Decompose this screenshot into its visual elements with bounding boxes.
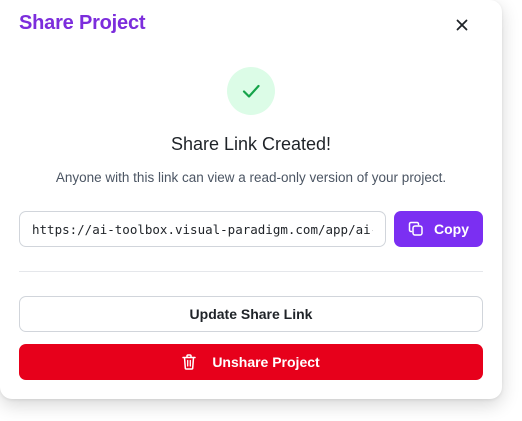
close-button[interactable] — [450, 13, 474, 37]
success-description: Anyone with this link can view a read-on… — [55, 170, 447, 185]
check-icon — [239, 79, 263, 103]
divider — [19, 271, 483, 272]
unshare-project-button[interactable]: Unshare Project — [19, 344, 483, 380]
close-icon — [455, 18, 469, 32]
share-link-input[interactable] — [19, 211, 386, 247]
dialog-title: Share Project — [19, 12, 146, 34]
success-heading: Share Link Created! — [170, 134, 332, 154]
success-badge — [227, 67, 275, 115]
update-share-link-label: Update Share Link — [189, 306, 313, 322]
copy-button-label: Copy — [434, 221, 469, 237]
update-share-link-button[interactable]: Update Share Link — [19, 296, 483, 332]
copy-icon — [408, 221, 424, 237]
copy-button[interactable]: Copy — [394, 211, 483, 247]
trash-icon — [182, 354, 197, 370]
unshare-project-label: Unshare Project — [212, 354, 320, 370]
share-project-dialog: Share Project Share Link Created! Anyone… — [0, 0, 502, 399]
